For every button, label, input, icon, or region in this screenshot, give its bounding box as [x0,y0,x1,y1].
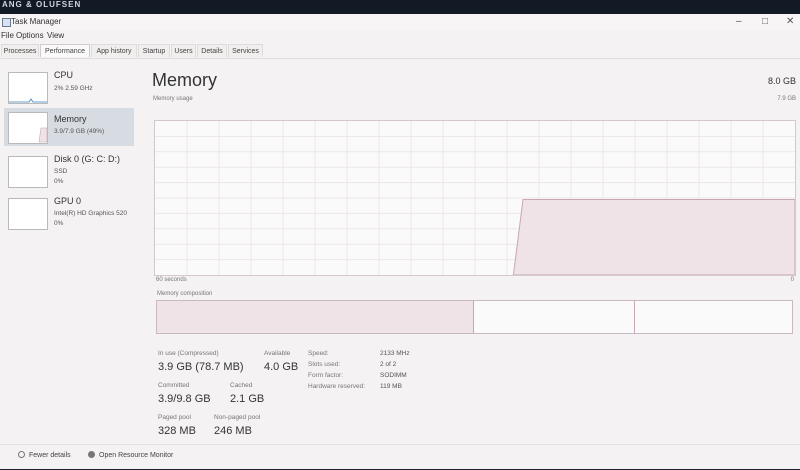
form-factor-label: Form factor: [308,372,344,379]
memory-total: 8.0 GB [767,76,796,86]
sidebar-cpu-name: CPU [54,70,74,80]
nonpaged-pool-value: 246 MB [214,425,252,437]
tab-startup[interactable]: Startup [138,44,170,57]
sidebar-disk-usage: 0% [54,178,64,185]
in-use-label: In use (Compressed) [158,350,219,357]
tab-services[interactable]: Services [228,44,263,57]
speed-value: 2133 MHz [380,350,410,357]
page-title: Memory [152,70,218,90]
paged-pool-label: Paged pool [158,414,191,421]
form-factor-value: SODIMM [380,372,407,379]
monitor-bezel: ANG & OLUFSEN [0,0,800,14]
resource-monitor-label: Open Resource Monitor [99,452,174,459]
slots-value: 2 of 2 [380,361,397,368]
graph-axis-left: 60 seconds [156,277,187,283]
slots-label: Slots used: [308,361,341,368]
committed-value: 3.9/9.8 GB [158,393,211,405]
paged-pool-value: 328 MB [158,425,196,437]
available-label: Available [264,350,291,357]
window-title: Task Manager [11,17,62,26]
tab-users[interactable]: Users [171,44,196,57]
maximize-button[interactable]: □ [762,15,768,29]
memory-thumbnail [8,112,48,144]
fewer-details-label: Fewer details [29,452,71,459]
menu-view[interactable]: View [47,31,64,40]
footer-bar: Fewer details Open Resource Monitor [0,444,800,470]
cpu-thumbnail [8,72,48,104]
composition-label: Memory composition [157,291,213,297]
usage-graph-max: 7.9 GB [777,96,796,102]
memory-usage-chart [155,121,796,276]
task-manager-icon [2,18,11,27]
memory-usage-area [512,199,796,276]
resource-sidebar: CPU 2% 2.59 GHz Memory 3.9/7.9 GB (49%) … [0,60,140,440]
speed-label: Speed: [308,350,329,357]
sidebar-memory-usage: 3.9/7.9 GB (49%) [54,128,105,135]
hardware-reserved-label: Hardware reserved: [308,383,366,390]
title-bar: Task Manager – □ ✕ [0,14,800,30]
task-manager-window: Task Manager – □ ✕ File Options View Pro… [0,14,800,469]
sidebar-cpu-usage: 2% 2.59 GHz [54,85,93,92]
disk-thumbnail [8,156,48,188]
close-button[interactable]: ✕ [786,15,794,29]
gpu-thumbnail [8,198,48,230]
usage-graph-label: Memory usage [153,96,193,102]
resource-monitor-icon [88,451,95,458]
tab-processes[interactable]: Processes [1,44,39,57]
sidebar-memory-name: Memory [54,114,87,124]
sidebar-gpu-name: GPU 0 [54,196,82,206]
sidebar-item-disk[interactable]: Disk 0 (G: C: D:) SSD 0% [4,152,134,190]
committed-label: Committed [158,382,190,389]
sidebar-item-cpu[interactable]: CPU 2% 2.59 GHz [4,68,134,106]
graph-axis-right: 0 [790,277,794,283]
memory-usage-graph [154,120,796,276]
sidebar-disk-type: SSD [54,168,68,175]
sidebar-item-gpu[interactable]: GPU 0 Intel(R) HD Graphics 520 0% [4,194,134,232]
nonpaged-pool-label: Non-paged pool [214,414,261,421]
composition-standby [635,301,791,333]
menu-file[interactable]: File [1,31,14,40]
cached-label: Cached [230,382,253,389]
chevron-up-icon [18,451,25,458]
available-value: 4.0 GB [264,361,299,373]
open-resource-monitor-link[interactable]: Open Resource Monitor [88,451,173,459]
tab-details[interactable]: Details [197,44,227,57]
composition-modified [474,301,635,333]
hardware-reserved-value: 119 MB [380,383,402,390]
tab-app-history[interactable]: App history [91,44,137,57]
sidebar-disk-name: Disk 0 (G: C: D:) [54,154,121,164]
sidebar-gpu-usage: 0% [54,220,64,227]
memory-panel: Memory 8.0 GB Memory usage 7.9 GB 60 sec… [148,60,800,450]
cached-value: 2.1 GB [230,393,265,405]
memory-composition-bar [156,300,793,334]
sidebar-item-memory[interactable]: Memory 3.9/7.9 GB (49%) [4,108,134,146]
minimize-button[interactable]: – [736,15,742,29]
in-use-value: 3.9 GB (78.7 MB) [158,361,244,373]
composition-in-use [157,301,474,333]
cpu-mini-graph [9,98,47,103]
fewer-details-link[interactable]: Fewer details [18,451,71,459]
tab-performance[interactable]: Performance [40,44,90,57]
memory-mini-graph [38,127,48,143]
sidebar-gpu-model: Intel(R) HD Graphics 520 [54,210,127,217]
menu-options[interactable]: Options [16,31,44,40]
tab-divider [0,58,800,59]
brand-logo: ANG & OLUFSEN [2,0,82,9]
